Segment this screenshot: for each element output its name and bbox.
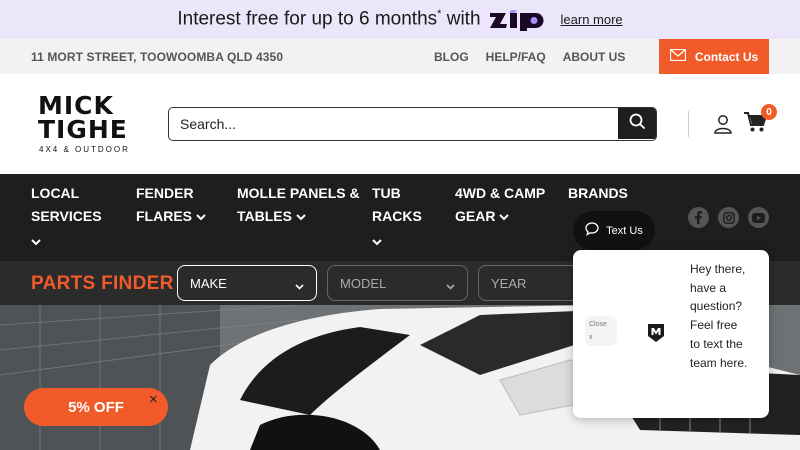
account-icon[interactable]	[713, 114, 733, 139]
zip-logo-icon	[489, 9, 547, 31]
logo-tagline: 4X4 & OUTDOOR	[39, 145, 130, 154]
nav-label-line1: TUB	[372, 185, 401, 201]
chevron-down-icon	[31, 230, 102, 253]
search-input[interactable]	[169, 108, 619, 139]
text-us-label: Text Us	[606, 224, 643, 237]
nav-label-line2-wrap: GEAR	[455, 205, 545, 228]
help-faq-link[interactable]: HELP/FAQ	[486, 50, 546, 64]
nav-label-line2: TABLES	[237, 208, 292, 224]
chat-message: Hey there, have a question? Feel free to…	[690, 262, 748, 370]
chevron-down-icon	[372, 230, 422, 253]
site-logo[interactable]: MICK TIGHE 4X4 & OUTDOOR	[38, 93, 140, 156]
search-icon	[629, 113, 646, 135]
make-select[interactable]: MAKE	[177, 265, 317, 301]
discount-popup-button[interactable]: 5% OFF	[24, 388, 168, 426]
contact-us-label: Contact Us	[694, 49, 759, 64]
chat-popup: Close x Hey there, have a question? Feel…	[573, 250, 769, 418]
discount-label: 5% OFF	[68, 398, 124, 416]
blog-link[interactable]: BLOG	[434, 50, 469, 64]
chat-close-button[interactable]: Close x	[585, 316, 617, 346]
nav-item-brands[interactable]: BRANDS	[568, 182, 628, 205]
parts-finder-title: PARTS FINDER	[31, 273, 174, 294]
chat-close-x: x	[589, 334, 593, 341]
nav-item-4wd-camp-gear[interactable]: 4WD & CAMP GEAR	[455, 182, 545, 228]
text-us-button[interactable]: Text Us	[573, 211, 655, 250]
site-header: MICK TIGHE 4X4 & OUTDOOR 0	[0, 74, 800, 174]
year-select-label: YEAR	[491, 275, 527, 291]
model-select-label: MODEL	[340, 275, 387, 291]
main-nav: LOCAL SERVICES FENDER FLARES MOLLE PANEL…	[0, 174, 800, 261]
info-links: BLOG HELP/FAQ ABOUT US	[434, 50, 625, 64]
chat-close-label: Close	[589, 321, 607, 328]
instagram-icon[interactable]	[718, 207, 739, 228]
nav-label-line1: BRANDS	[568, 185, 628, 201]
chevron-down-icon	[196, 205, 206, 228]
nav-item-local-services[interactable]: LOCAL SERVICES	[31, 182, 102, 253]
contact-us-button[interactable]: Contact Us	[659, 39, 769, 74]
chevron-down-icon	[295, 278, 304, 293]
about-us-link[interactable]: ABOUT US	[563, 50, 626, 64]
nav-label-line2: SERVICES	[31, 208, 102, 224]
info-bar: 11 MORT STREET, TOOWOOMBA QLD 4350 BLOG …	[0, 39, 800, 74]
nav-label-line2-wrap: FLARES	[136, 205, 206, 228]
nav-label-line2-wrap: TABLES	[237, 205, 360, 228]
youtube-icon[interactable]	[748, 207, 769, 228]
discount-close-icon[interactable]: ×	[149, 391, 158, 408]
brand-avatar-icon	[647, 323, 665, 348]
chevron-down-icon	[499, 205, 510, 228]
nav-label-line2: RACKS	[372, 208, 422, 224]
nav-label-line2: GEAR	[455, 208, 496, 224]
nav-label-line1: FENDER	[136, 185, 194, 201]
header-divider	[688, 111, 689, 137]
nav-label-line1: 4WD & CAMP	[455, 185, 546, 201]
logo-line2: TIGHE	[38, 115, 128, 144]
make-select-label: MAKE	[190, 275, 227, 291]
promo-banner: Interest free for up to 6 months* with l…	[0, 0, 800, 39]
search-bar	[168, 107, 657, 141]
nav-item-fender-flares[interactable]: FENDER FLARES	[136, 182, 206, 228]
nav-item-molle-panels[interactable]: MOLLE PANELS & TABLES	[237, 182, 360, 228]
chevron-down-icon	[296, 205, 306, 228]
chat-bubble-icon	[585, 222, 599, 239]
nav-label-line2: FLARES	[136, 208, 192, 224]
cart-count-badge: 0	[761, 104, 777, 120]
search-button[interactable]	[618, 108, 656, 139]
learn-more-link[interactable]: learn more	[561, 12, 623, 27]
facebook-icon[interactable]	[688, 207, 709, 228]
nav-label-line1: LOCAL	[31, 185, 80, 201]
nav-label-line1: MOLLE PANELS &	[237, 185, 360, 201]
mail-icon	[669, 48, 686, 64]
nav-item-tub-racks[interactable]: TUB RACKS	[372, 182, 422, 253]
model-select[interactable]: MODEL	[327, 265, 468, 301]
promo-text: Interest free for up to 6 months* with	[177, 8, 481, 30]
store-address: 11 MORT STREET, TOOWOOMBA QLD 4350	[31, 50, 284, 64]
chevron-down-icon	[446, 278, 455, 293]
